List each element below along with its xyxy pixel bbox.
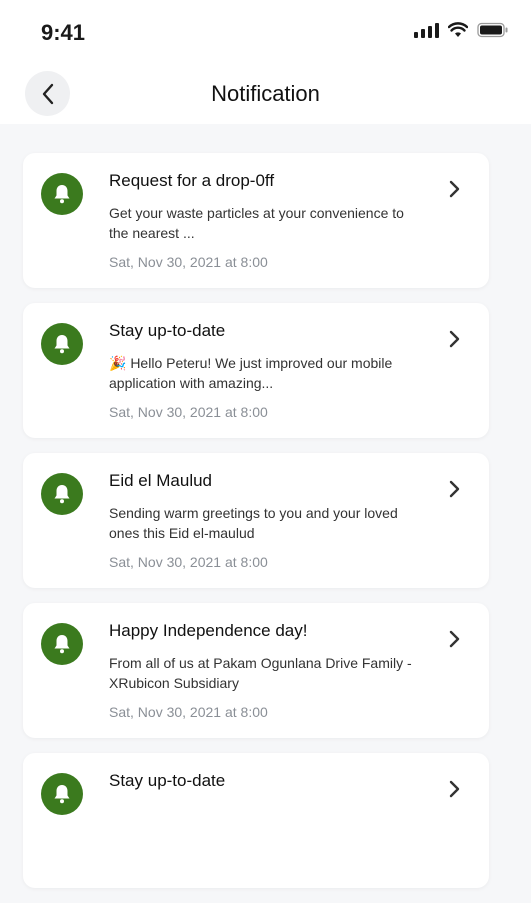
chevron-right-icon[interactable] xyxy=(449,179,461,199)
notification-card[interactable]: Eid el Maulud Sending warm greetings to … xyxy=(23,453,489,588)
notification-content: Request for a drop-0ff Get your waste pa… xyxy=(109,171,419,270)
notification-date: Sat, Nov 30, 2021 at 8:00 xyxy=(109,554,268,570)
notification-date: Sat, Nov 30, 2021 at 8:00 xyxy=(109,254,268,270)
notification-title: Stay up-to-date xyxy=(109,771,226,790)
notification-title: Eid el Maulud xyxy=(109,471,213,490)
bell-icon xyxy=(41,323,83,365)
bell-icon xyxy=(41,473,83,515)
notification-body: 🎉 Hello Peteru! We just improved our mob… xyxy=(109,355,393,391)
chevron-right-icon[interactable] xyxy=(449,779,461,799)
notification-title: Stay up-to-date xyxy=(109,321,226,340)
notification-content: Stay up-to-date xyxy=(109,771,419,803)
app-header: Notification xyxy=(0,62,531,124)
notification-content: Eid el Maulud Sending warm greetings to … xyxy=(109,471,419,570)
wifi-icon xyxy=(448,22,468,37)
notification-content: Happy Independence day! From all of us a… xyxy=(109,621,419,720)
status-time: 9:41 xyxy=(41,20,86,45)
status-bar: 9:41 xyxy=(0,0,531,62)
status-icons xyxy=(414,22,509,38)
notification-date: Sat, Nov 30, 2021 at 8:00 xyxy=(109,704,268,720)
chevron-right-icon[interactable] xyxy=(449,629,461,649)
notification-list: Request for a drop-0ff Get your waste pa… xyxy=(23,153,489,903)
page-title: Notification xyxy=(211,81,320,106)
notification-title: Request for a drop-0ff xyxy=(109,171,275,190)
battery-icon xyxy=(477,22,508,38)
chevron-right-icon[interactable] xyxy=(449,329,461,349)
notification-body: Sending warm greetings to you and your l… xyxy=(109,505,398,541)
notification-card[interactable]: Stay up-to-date xyxy=(23,753,489,888)
notification-content: Stay up-to-date 🎉 Hello Peteru! We just … xyxy=(109,321,419,420)
notification-card[interactable]: Stay up-to-date 🎉 Hello Peteru! We just … xyxy=(23,303,489,438)
notification-body: From all of us at Pakam Ogunlana Drive F… xyxy=(109,655,412,691)
chevron-right-icon[interactable] xyxy=(449,479,461,499)
notification-title: Happy Independence day! xyxy=(109,621,308,640)
bell-icon xyxy=(41,623,83,665)
signal-icon xyxy=(414,22,439,38)
notification-date: Sat, Nov 30, 2021 at 8:00 xyxy=(109,404,268,420)
bell-icon xyxy=(41,773,83,815)
bell-icon xyxy=(41,173,83,215)
notification-card[interactable]: Happy Independence day! From all of us a… xyxy=(23,603,489,738)
notification-card[interactable]: Request for a drop-0ff Get your waste pa… xyxy=(23,153,489,288)
notification-body: Get your waste particles at your conveni… xyxy=(109,205,404,241)
